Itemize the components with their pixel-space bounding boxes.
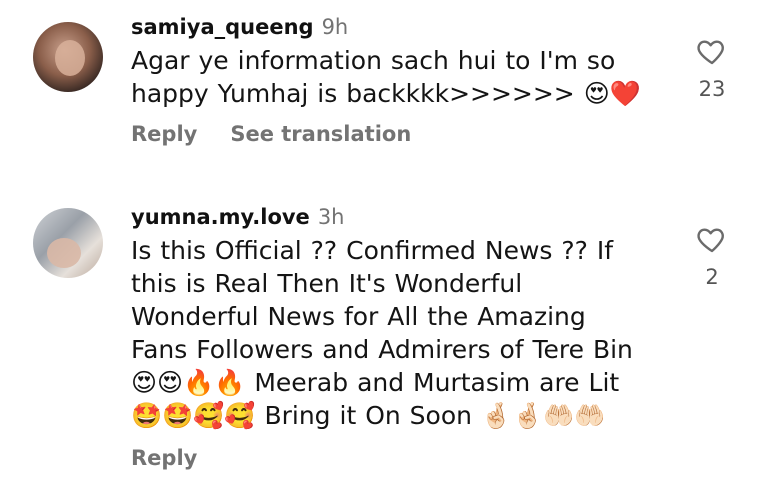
reply-button[interactable]: Reply [131,446,197,470]
comment-meta: samiya_queeng 9h [131,10,648,44]
username[interactable]: samiya_queeng [131,15,314,39]
avatar[interactable] [33,208,103,278]
like-count: 23 [698,77,726,101]
comment: yumna.my.love 3h Is this Official ?? Con… [0,190,768,479]
heart-outline-icon[interactable] [695,223,729,255]
timestamp: 3h [317,205,345,229]
comment-content: samiya_queeng 9h Agar ye information sac… [131,10,648,146]
like-control: 23 [680,35,744,101]
comment-line: Is this Official ?? Confirmed News ?? If [131,236,614,265]
see-translation-button[interactable]: See translation [230,122,411,146]
username[interactable]: yumna.my.love [131,205,310,229]
comment: samiya_queeng 9h Agar ye information sac… [0,0,768,170]
like-control: 2 [680,223,744,289]
reply-button[interactable]: Reply [131,122,197,146]
comment-line: Agar ye information sach hui to I'm so [131,46,616,75]
comment-line: 😍😍🔥🔥 Meerab and Murtasim are Lit [131,368,620,397]
heart-outline-icon[interactable] [695,35,729,67]
timestamp: 9h [321,15,349,39]
comment-actions: Reply [131,446,648,470]
comment-line: this is Real Then It's Wonderful [131,269,523,298]
comment-content: yumna.my.love 3h Is this Official ?? Con… [131,200,648,470]
avatar-face [47,238,81,268]
comment-text: Is this Official ?? Confirmed News ?? If… [131,234,648,432]
avatar[interactable] [33,22,103,92]
comment-line: 🤩🤩🥰🥰 Bring it On Soon 🤞🏻🤞🏻🤲🏻🤲🏻 [131,401,606,430]
comment-meta: yumna.my.love 3h [131,200,648,234]
comment-line: happy Yumhaj is backkkk>>>>>> 😍❤️ [131,79,641,108]
like-count: 2 [705,265,719,289]
comment-text: Agar ye information sach hui to I'm so h… [131,44,648,110]
avatar-face [55,40,85,76]
comment-actions: Reply See translation [131,122,648,146]
comment-line: Fans Followers and Admirers of Tere Bin [131,335,633,364]
comment-line: Wonderful News for All the Amazing [131,302,586,331]
